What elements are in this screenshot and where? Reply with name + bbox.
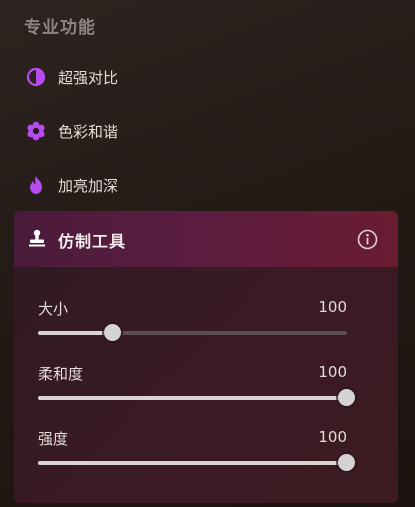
slider-value: 100	[318, 363, 347, 381]
flame-icon	[26, 175, 46, 195]
contrast-icon	[26, 67, 46, 87]
flower-icon	[26, 121, 46, 141]
slider-track[interactable]	[38, 331, 347, 335]
menu-item-label: 超强对比	[58, 68, 119, 87]
slider-value: 100	[318, 428, 347, 446]
slider-value: 100	[318, 298, 347, 316]
stamp-icon	[28, 229, 46, 247]
clone-tool-header[interactable]: 仿制工具	[14, 211, 398, 267]
slider-label: 大小	[38, 300, 69, 318]
menu-item-dodge-burn[interactable]: 加亮加深	[26, 170, 118, 200]
menu-item-label: 加亮加深	[58, 176, 119, 195]
section-title: 专业功能	[24, 18, 96, 38]
slider-thumb[interactable]	[338, 389, 355, 406]
info-icon[interactable]	[357, 229, 378, 250]
slider-label: 柔和度	[38, 365, 84, 383]
slider-fill	[38, 396, 347, 400]
panel-title: 仿制工具	[58, 232, 127, 251]
slider-track[interactable]	[38, 461, 347, 465]
slider-thumb[interactable]	[103, 324, 121, 341]
slider-label: 强度	[38, 430, 69, 448]
menu-item-contrast[interactable]: 超强对比	[26, 62, 118, 92]
slider-fill	[38, 331, 112, 335]
menu-item-label: 色彩和谐	[58, 122, 119, 141]
slider-fill	[38, 461, 347, 465]
slider-track[interactable]	[38, 396, 347, 400]
slider-thumb[interactable]	[338, 454, 355, 471]
menu-item-color-harmony[interactable]: 色彩和谐	[26, 116, 118, 146]
